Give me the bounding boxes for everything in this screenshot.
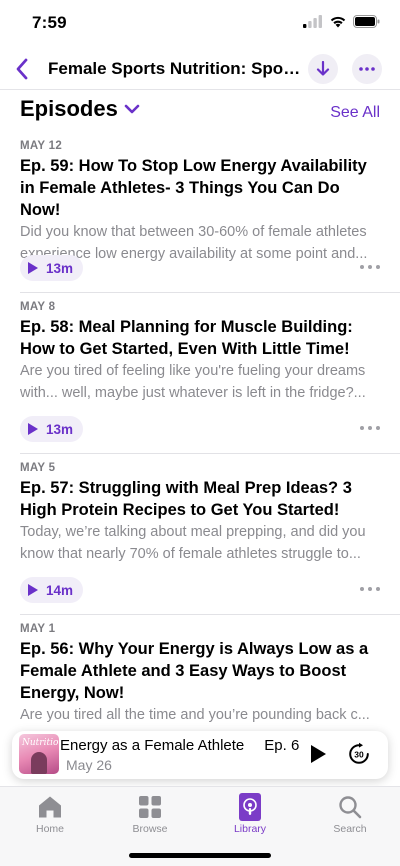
episode-row[interactable]: MAY 8 Ep. 58: Meal Planning for Muscle B… [0, 293, 400, 454]
play-icon [28, 584, 38, 596]
download-arrow-icon [316, 61, 330, 76]
episode-description-line: know that nearly 70% of female athletes … [20, 546, 361, 562]
mini-player[interactable]: Nutrition Energy as a Female Athlete Ep. … [12, 731, 388, 779]
tab-label: Home [35, 823, 64, 835]
status-icons [303, 15, 380, 28]
browse-grid-icon [139, 796, 161, 818]
episode-date: MAY 5 [20, 462, 56, 474]
episode-description: Today, we’re talking about meal prepping… [20, 521, 380, 565]
episode-more-button[interactable] [360, 421, 380, 435]
episode-play-button[interactable]: 14m [20, 577, 84, 603]
episode-more-button[interactable] [360, 582, 380, 596]
episode-play-button[interactable]: 13m [20, 255, 84, 281]
episode-more-button[interactable] [360, 260, 380, 274]
tab-label: Library [233, 823, 267, 835]
episode-duration: 14m [46, 582, 74, 598]
tab-home[interactable]: Home [10, 793, 90, 835]
mini-play-button[interactable] [306, 742, 330, 766]
episode-title[interactable]: Ep. 56: Why Your Energy is Always Low as… [20, 638, 380, 704]
play-icon [28, 262, 38, 274]
tab-label: Search [333, 823, 367, 835]
episode-date: MAY 8 [20, 301, 56, 313]
tab-label: Browse [132, 823, 168, 835]
search-icon [339, 796, 362, 819]
now-playing-date: May 26 [66, 757, 112, 773]
episode-description-line: Today, we’re talking about meal prepping… [20, 524, 366, 540]
episode-description-line: Are you tired of feeling like you're fue… [20, 363, 366, 379]
library-podcast-icon [239, 793, 261, 821]
status-time: 7:59 [32, 13, 67, 32]
skip-seconds-label: 30 [354, 750, 364, 760]
episode-row[interactable]: MAY 1 Ep. 56: Why Your Energy is Always … [0, 615, 400, 722]
cellular-signal-icon [303, 15, 322, 28]
battery-icon [353, 15, 380, 28]
artwork-person [31, 752, 47, 774]
artwork-text: Nutrition [22, 738, 59, 748]
home-icon [39, 796, 61, 818]
podcast-title: Female Sports Nutrition: Sports Nutritio… [48, 59, 306, 78]
episode-play-button[interactable]: 13m [20, 416, 84, 442]
episode-title[interactable]: Ep. 57: Struggling with Meal Prep Ideas?… [20, 477, 380, 521]
skip-forward-30-icon: 30 [349, 742, 369, 764]
episodes-header: Episodes See All [20, 96, 380, 128]
chevron-down-icon [124, 104, 140, 114]
nav-bar: Female Sports Nutrition: Sports Nutritio… [0, 48, 400, 90]
episodes-heading: Episodes [20, 96, 118, 121]
episode-description-line: Are you tired all the time and you’re po… [20, 707, 370, 722]
skip-forward-button[interactable]: 30 [346, 741, 372, 767]
episode-title[interactable]: Ep. 59: How To Stop Low Energy Availabil… [20, 155, 380, 221]
home-indicator [129, 853, 271, 858]
now-playing-title: Energy as a Female Athlete Ep. 63 [60, 737, 300, 754]
back-button[interactable] [8, 54, 36, 84]
tab-search[interactable]: Search [310, 793, 390, 835]
see-all-link[interactable]: See All [330, 104, 380, 122]
play-icon [310, 745, 326, 763]
tab-browse[interactable]: Browse [110, 793, 190, 835]
episodes-list: MAY 12 Ep. 59: How To Stop Low Energy Av… [0, 132, 400, 722]
episode-row[interactable]: MAY 12 Ep. 59: How To Stop Low Energy Av… [0, 132, 400, 293]
episodes-filter-menu[interactable]: Episodes [20, 96, 140, 122]
now-playing-episode-tag: Ep. 63 [264, 737, 300, 754]
download-button[interactable] [308, 54, 338, 84]
chevron-left-icon [16, 58, 28, 80]
tab-library[interactable]: Library [210, 793, 290, 835]
podcast-artwork: Nutrition [19, 734, 59, 774]
episode-date: MAY 1 [20, 623, 56, 635]
ellipsis-icon [359, 67, 375, 71]
now-playing-episode-name: Energy as a Female Athlete [60, 737, 245, 754]
episode-description-line: with... well, maybe just whatever is lef… [20, 385, 366, 401]
episode-description: Are you tired of feeling like you're fue… [20, 360, 380, 404]
episode-title[interactable]: Ep. 58: Meal Planning for Muscle Buildin… [20, 316, 380, 360]
episode-description-line: Did you know that between 30-60% of fema… [20, 224, 367, 240]
more-options-button[interactable] [352, 54, 382, 84]
wifi-icon [330, 16, 346, 28]
status-bar: 7:59 [0, 0, 400, 48]
play-icon [28, 423, 38, 435]
episode-duration: 13m [46, 260, 74, 276]
episode-date: MAY 12 [20, 140, 63, 152]
episode-row[interactable]: MAY 5 Ep. 57: Struggling with Meal Prep … [0, 454, 400, 615]
episode-description: Are you tired all the time and you’re po… [20, 704, 380, 722]
episode-duration: 13m [46, 421, 74, 437]
